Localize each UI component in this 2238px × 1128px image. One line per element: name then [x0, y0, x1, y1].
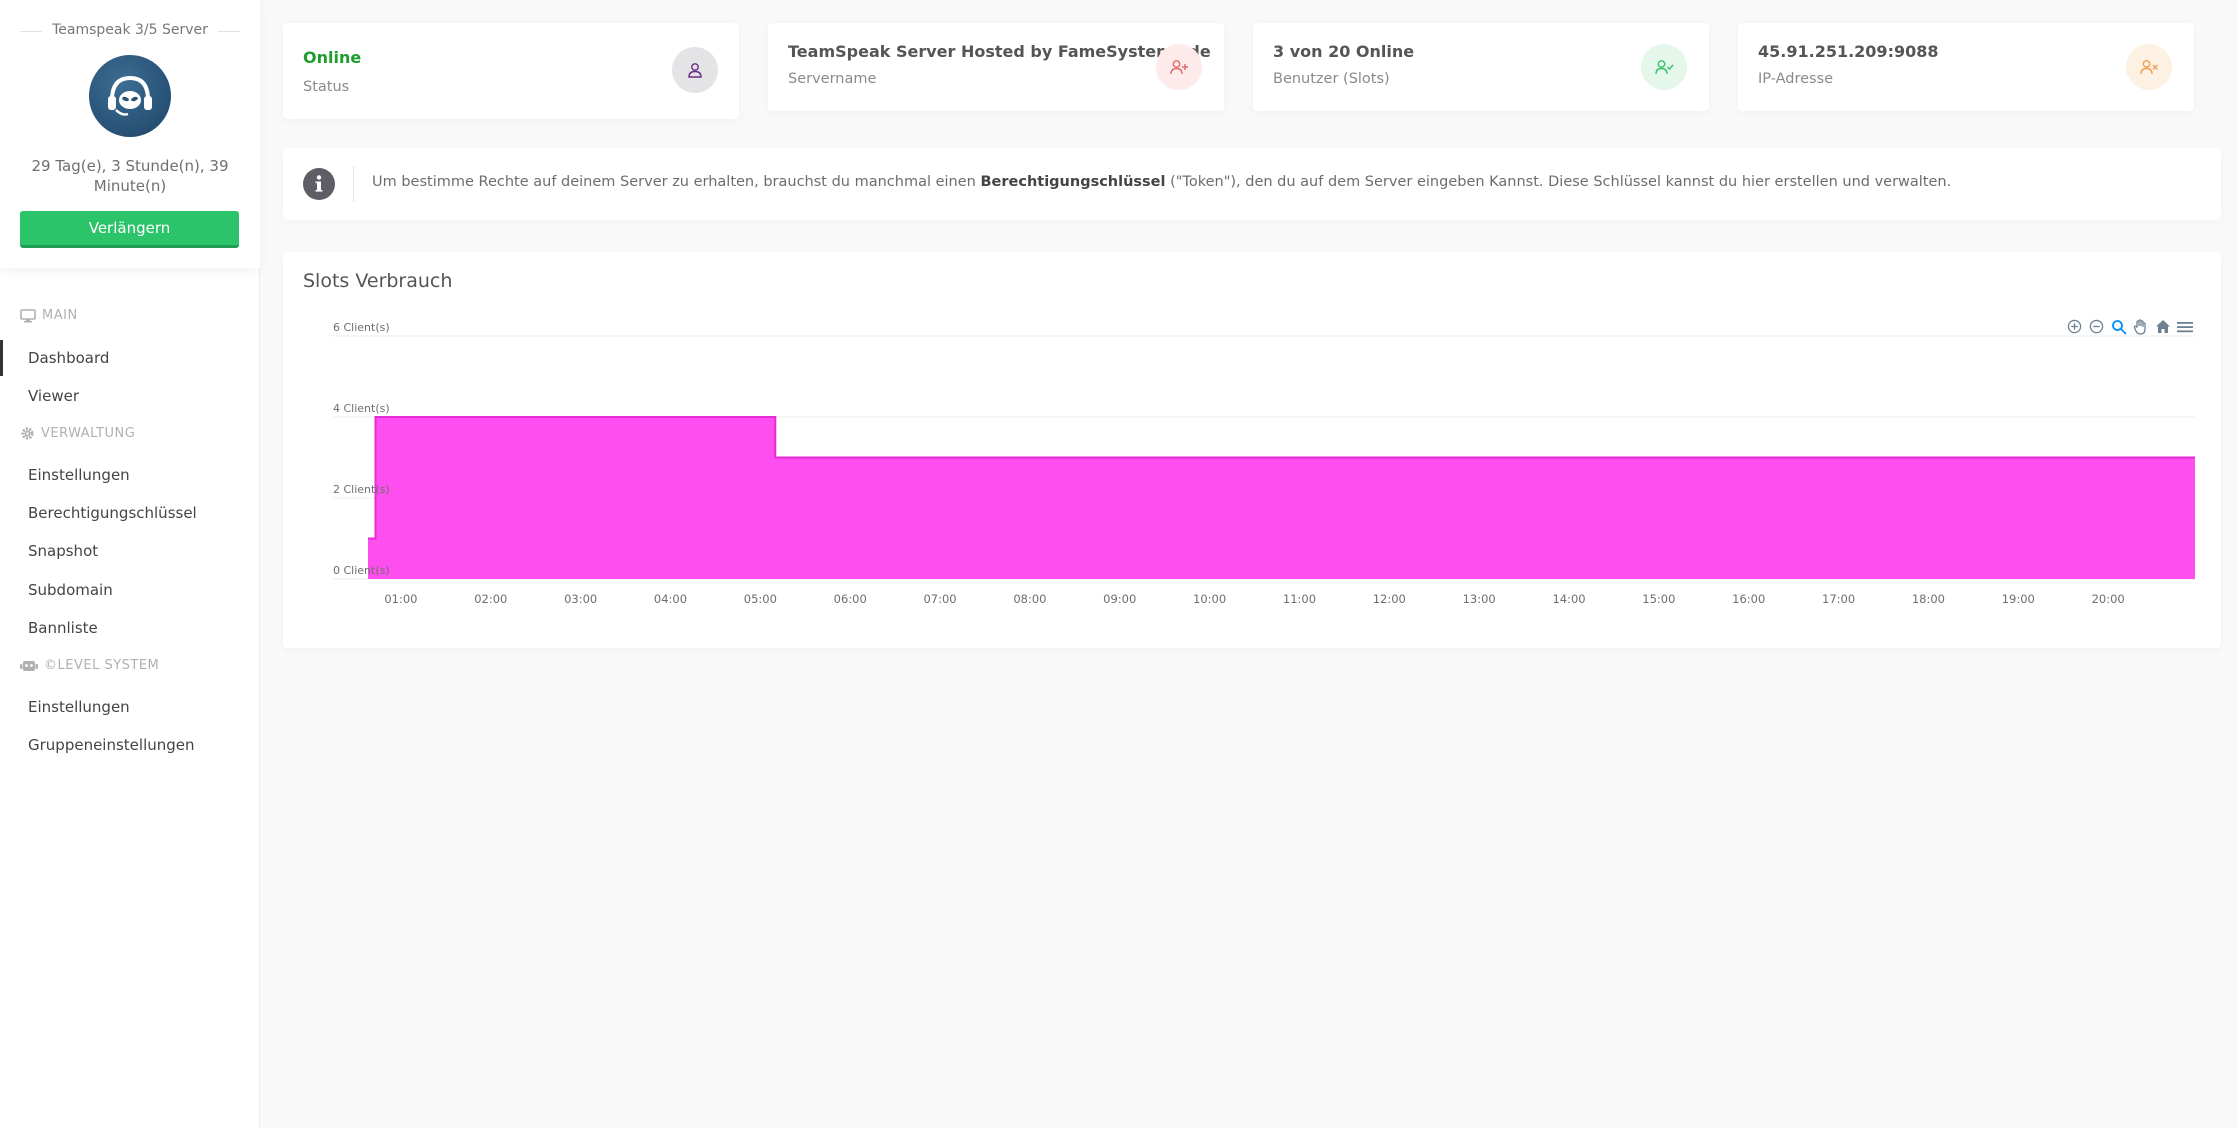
sidebar-item-subdomain[interactable]: Subdomain — [28, 581, 113, 599]
robot-icon — [20, 660, 38, 671]
nav-section-level-label: ©LEVEL SYSTEM — [44, 658, 160, 673]
nav-active-indicator — [0, 340, 3, 376]
x-tick-label: 04:00 — [654, 592, 687, 606]
x-tick-label: 12:00 — [1373, 592, 1406, 606]
servername-value: TeamSpeak Server Hosted by FameSystems.d… — [788, 42, 1211, 61]
slots-chart: 0 Client(s) 2 Client(s) 4 Client(s) 6 Clien… — [333, 321, 2195, 606]
y-tick-label: 4 Client(s) — [333, 402, 390, 415]
nav-section-level-system: ©LEVEL SYSTEM — [20, 658, 159, 673]
info-text: Um bestimme Rechte auf deinem Server zu … — [372, 174, 1951, 190]
server-title: Teamspeak 3/5 Server — [0, 22, 260, 38]
sidebar-item-dashboard[interactable]: Dashboard — [28, 349, 109, 367]
info-icon — [303, 168, 335, 200]
sidebar-item-viewer[interactable]: Viewer — [28, 387, 79, 405]
x-tick-label: 20:00 — [2092, 592, 2125, 606]
x-tick-label: 08:00 — [1013, 592, 1046, 606]
servername-card: TeamSpeak Server Hosted by FameSystems.d… — [768, 23, 1224, 111]
sidebar-item-bannliste[interactable]: Bannliste — [28, 619, 98, 637]
y-tick-label: 0 Client(s) — [333, 564, 390, 577]
info-bar: Um bestimme Rechte auf deinem Server zu … — [283, 148, 2221, 220]
x-tick-label: 18:00 — [1912, 592, 1945, 606]
x-tick-label: 13:00 — [1463, 592, 1496, 606]
status-label: Status — [303, 79, 350, 95]
x-tick-label: 06:00 — [834, 592, 867, 606]
sidebar-item-gruppeneinstellungen[interactable]: Gruppeneinstellungen — [28, 736, 195, 754]
x-tick-label: 03:00 — [564, 592, 597, 606]
renew-button[interactable]: Verlängern — [20, 211, 239, 248]
sidebar: Teamspeak 3/5 Server 29 Tag(e), 3 Stunde… — [0, 0, 260, 1128]
profile-card: Teamspeak 3/5 Server 29 Tag(e), 3 Stunde… — [0, 0, 260, 268]
x-tick-label: 11:00 — [1283, 592, 1316, 606]
user-check-icon — [1641, 44, 1687, 90]
nav-section-main: MAIN — [20, 308, 78, 323]
user-plus-icon — [1156, 44, 1202, 90]
x-tick-label: 01:00 — [384, 592, 417, 606]
info-text-bold: Berechtigungschlüssel — [980, 174, 1166, 190]
series-area — [368, 417, 2195, 579]
ip-value[interactable]: 45.91.251.209:9088 — [1758, 42, 1939, 61]
nav-section-verwaltung-label: VERWALTUNG — [41, 426, 136, 441]
user-icon — [672, 47, 718, 93]
nav-section-verwaltung: VERWALTUNG — [20, 426, 135, 441]
servername-label: Servername — [788, 71, 877, 87]
sidebar-item-snapshot[interactable]: Snapshot — [28, 542, 98, 560]
x-tick-label: 02:00 — [474, 592, 507, 606]
uptime-text: 29 Tag(e), 3 Stunde(n), 39 Minute(n) — [31, 157, 229, 195]
x-tick-label: 19:00 — [2002, 592, 2035, 606]
info-text-before: Um bestimme Rechte auf deinem Server zu … — [372, 174, 981, 190]
x-tick-label: 05:00 — [744, 592, 777, 606]
status-value: Online — [303, 48, 362, 67]
x-tick-label: 15:00 — [1642, 592, 1675, 606]
sidebar-item-level-einstellungen[interactable]: Einstellungen — [28, 698, 130, 716]
ip-label: IP-Adresse — [1758, 71, 1834, 87]
status-card: Online Status — [283, 23, 739, 119]
info-text-after: ("Token"), den du auf dem Server eingebe… — [1165, 174, 1952, 190]
x-tick-label: 07:00 — [923, 592, 956, 606]
x-tick-label: 14:00 — [1552, 592, 1585, 606]
x-tick-label: 17:00 — [1822, 592, 1855, 606]
slots-value: 3 von 20 Online — [1273, 42, 1415, 61]
y-tick-label: 6 Client(s) — [333, 321, 390, 334]
monitor-icon — [20, 308, 36, 322]
sidebar-item-einstellungen[interactable]: Einstellungen — [28, 466, 130, 484]
slots-label: Benutzer (Slots) — [1273, 71, 1390, 87]
gear-icon — [21, 427, 34, 440]
slots-card: 3 von 20 Online Benutzer (Slots) — [1253, 23, 1709, 111]
x-tick-label: 09:00 — [1103, 592, 1136, 606]
nav-section-main-label: MAIN — [42, 308, 78, 323]
sidebar-item-berechtigungschluessel[interactable]: Berechtigungschlüssel — [28, 504, 197, 522]
x-tick-label: 16:00 — [1732, 592, 1765, 606]
x-tick-label: 10:00 — [1193, 592, 1226, 606]
chart-card: Slots Verbrauch 0 Client(s) 2 Client(s) 4 … — [283, 252, 2221, 648]
info-divider — [353, 166, 354, 202]
teamspeak-logo-icon — [89, 55, 171, 137]
user-x-icon — [2126, 44, 2172, 90]
y-tick-label: 2 Client(s) — [333, 483, 390, 496]
ip-card: 45.91.251.209:9088 IP-Adresse — [1738, 23, 2194, 111]
